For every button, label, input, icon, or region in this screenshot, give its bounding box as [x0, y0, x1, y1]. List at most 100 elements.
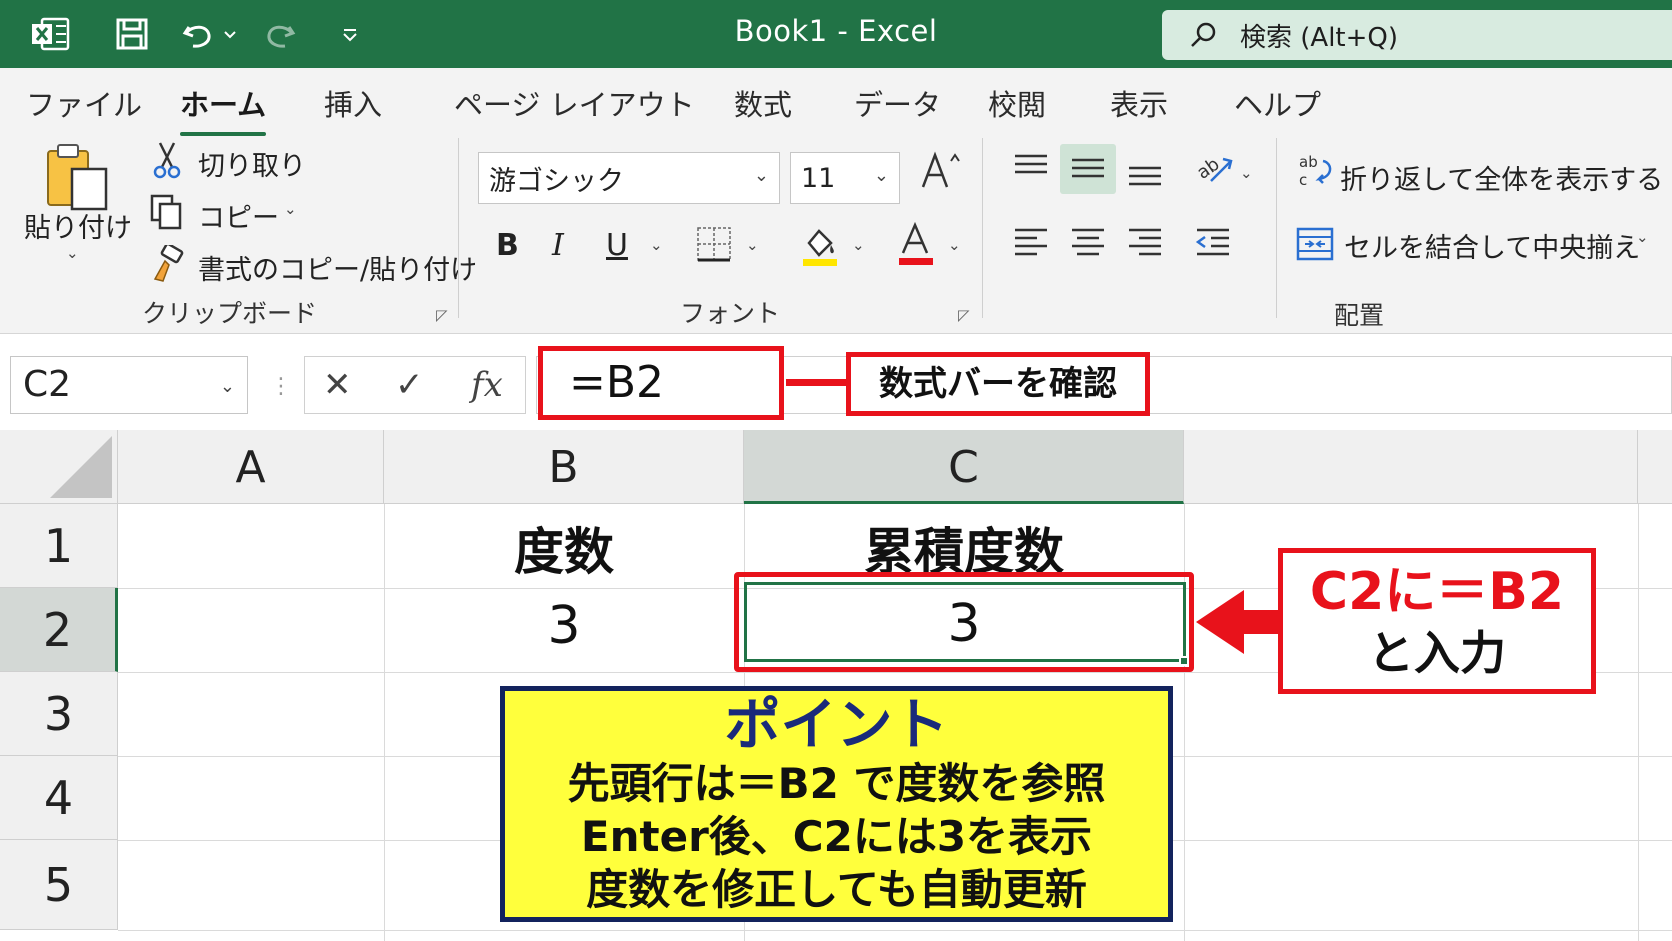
font-size-value: 11 [801, 162, 836, 194]
row-header-2[interactable]: 2 [0, 588, 118, 672]
tab-formulas[interactable]: 数式 [734, 82, 792, 124]
font-name-select[interactable]: 游ゴシック ⌄ [478, 152, 780, 204]
bold-button[interactable]: B [496, 228, 519, 263]
font-color-icon[interactable] [896, 220, 936, 268]
callout-arrow-icon [1196, 590, 1280, 654]
underline-button[interactable]: U [606, 228, 628, 263]
ribbon: ファイル ホーム 挿入 ページ レイアウト 数式 データ 校閲 表示 ヘルプ 貼… [0, 68, 1672, 334]
callout-connector [786, 379, 848, 386]
align-center-icon[interactable] [1066, 222, 1110, 262]
underline-dropdown-icon[interactable]: ⌄ [650, 236, 663, 254]
point-title: ポイント [724, 693, 949, 758]
svg-text:ab: ab [1193, 154, 1223, 184]
column-header-b[interactable]: B [384, 430, 744, 504]
merge-center-icon[interactable] [1294, 224, 1336, 264]
align-left-icon[interactable] [1010, 222, 1052, 262]
cut-icon[interactable] [150, 140, 184, 180]
search-icon [1191, 22, 1216, 47]
wrap-text-icon[interactable]: ab c [1296, 150, 1336, 190]
orientation-dropdown-icon[interactable]: ⌄ [1240, 164, 1253, 182]
undo-icon[interactable] [180, 14, 242, 54]
clipboard-launcher-icon[interactable]: ◸ [436, 306, 448, 324]
tab-review[interactable]: 校閲 [988, 82, 1046, 124]
paste-dropdown-icon[interactable]: ⌄ [66, 244, 79, 262]
tab-file[interactable]: ファイル [26, 82, 142, 124]
formula-value-highlight[interactable]: =B2 [538, 346, 784, 420]
search-placeholder: 検索 (Alt+Q) [1240, 22, 1399, 53]
svg-text:c: c [1299, 171, 1307, 189]
search-box[interactable]: 検索 (Alt+Q) [1162, 10, 1672, 60]
wrap-text-button[interactable]: 折り返して全体を表示する [1340, 158, 1663, 197]
save-icon[interactable] [112, 14, 152, 54]
row-header-5[interactable]: 5 [0, 840, 118, 930]
select-all-corner[interactable] [0, 430, 118, 504]
font-launcher-icon[interactable]: ◸ [958, 306, 970, 324]
tab-insert[interactable]: 挿入 [324, 82, 382, 124]
merge-center-button[interactable]: セルを結合して中央揃え [1344, 226, 1640, 265]
ribbon-divider [982, 138, 983, 318]
tab-data[interactable]: データ [854, 82, 941, 124]
format-painter-icon[interactable] [148, 244, 186, 284]
customize-qat-icon[interactable] [338, 14, 362, 54]
insert-function-icon[interactable]: fx [471, 365, 503, 405]
copy-icon[interactable] [148, 192, 184, 232]
copy-dropdown-icon[interactable]: ⌄ [284, 200, 297, 218]
align-top-icon[interactable] [1010, 148, 1052, 188]
chevron-down-icon: ⌄ [873, 165, 889, 186]
align-middle-icon[interactable] [1066, 148, 1110, 188]
enter-icon[interactable]: ✓ [395, 365, 424, 405]
format-painter-button[interactable]: 書式のコピー/貼り付け [198, 248, 477, 287]
row-header-1[interactable]: 1 [0, 504, 118, 588]
cell-callout-line2: と入力 [1368, 626, 1506, 680]
title-bar: Book1 - Excel 検索 (Alt+Q) [0, 0, 1672, 68]
formula-bar-grip-icon[interactable]: ⋮ [270, 374, 292, 399]
ribbon-divider [458, 138, 459, 318]
tab-page-layout[interactable]: ページ レイアウト [454, 82, 695, 124]
decrease-indent-icon[interactable] [1192, 222, 1234, 262]
gridline [1184, 504, 1185, 941]
cell-b2[interactable]: 3 [384, 596, 744, 656]
borders-icon[interactable] [694, 224, 734, 264]
cell-c2-value: 3 [947, 594, 981, 654]
chevron-down-icon: ⌄ [753, 165, 769, 186]
borders-dropdown-icon[interactable]: ⌄ [746, 236, 759, 254]
redo-icon[interactable] [262, 14, 298, 54]
tab-home[interactable]: ホーム [180, 82, 267, 136]
tab-view[interactable]: 表示 [1110, 82, 1168, 124]
font-size-select[interactable]: 11 ⌄ [790, 152, 900, 204]
cell-b1[interactable]: 度数 [384, 512, 744, 584]
tab-help[interactable]: ヘルプ [1234, 82, 1321, 124]
ribbon-tabs: ファイル ホーム 挿入 ページ レイアウト 数式 データ 校閲 表示 ヘルプ [0, 68, 1672, 136]
gridline [1638, 504, 1639, 941]
fill-color-icon[interactable] [800, 222, 840, 268]
orientation-icon[interactable]: ab [1192, 148, 1236, 188]
copy-button[interactable]: コピー [198, 196, 279, 235]
point-line-2: Enter後、C2には3を表示 [580, 812, 1093, 861]
cancel-icon[interactable]: ✕ [323, 365, 352, 405]
merge-dropdown-icon[interactable]: ⌄ [1636, 228, 1649, 246]
alignment-group-label: 配置 [1334, 301, 1385, 330]
point-line-1: 先頭行は＝B2 で度数を参照 [567, 759, 1106, 808]
align-bottom-icon[interactable] [1124, 152, 1166, 192]
column-header-d[interactable] [1184, 430, 1638, 504]
column-header-c[interactable]: C [744, 430, 1184, 504]
fill-handle[interactable] [1179, 656, 1189, 666]
formula-buttons: ✕ ✓ fx [304, 356, 526, 414]
font-color-dropdown-icon[interactable]: ⌄ [948, 236, 961, 254]
fill-color-dropdown-icon[interactable]: ⌄ [852, 236, 865, 254]
column-header-e[interactable] [1638, 430, 1672, 504]
gridline [118, 930, 1672, 931]
paste-icon[interactable] [40, 140, 114, 214]
ribbon-divider [1276, 138, 1277, 318]
row-header-3[interactable]: 3 [0, 672, 118, 756]
point-line-3: 度数を修正しても自動更新 [586, 865, 1087, 914]
cut-button[interactable]: 切り取り [198, 144, 306, 183]
italic-button[interactable]: I [552, 228, 564, 263]
row-header-4[interactable]: 4 [0, 756, 118, 840]
increase-font-size-icon[interactable] [918, 148, 964, 192]
svg-text:ab: ab [1299, 153, 1318, 171]
paste-button[interactable]: 貼り付け [24, 206, 132, 245]
name-box[interactable]: C2 ⌄ [10, 356, 248, 414]
column-header-a[interactable]: A [118, 430, 384, 504]
align-right-icon[interactable] [1124, 222, 1166, 262]
